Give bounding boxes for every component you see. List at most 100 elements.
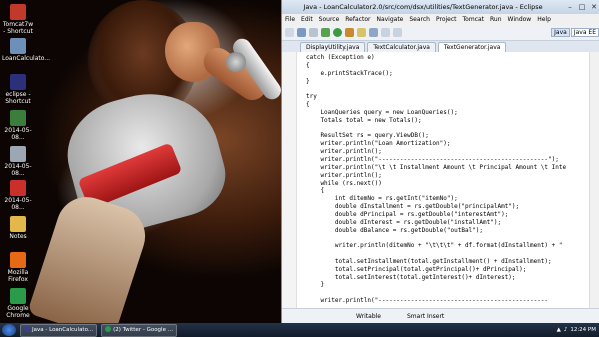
code-line: writer.println("------------------------… [306, 155, 559, 163]
volume-icon[interactable]: ♪ [564, 327, 568, 333]
code-line: writer.println(ditemNo + "\t\t\t" + df.f… [306, 242, 563, 250]
debug-icon[interactable] [321, 28, 330, 37]
code-line: writer.println("Loan Amortization"); [306, 140, 451, 148]
status-bar: Writable Smart Insert [282, 308, 599, 323]
menu-item-edit[interactable]: Edit [301, 16, 313, 23]
minimize-icon[interactable]: – [564, 3, 576, 11]
tomcat-icon [10, 4, 26, 20]
tab-displayutility[interactable]: DisplayUtility.java [300, 42, 366, 52]
tray-arrow-icon[interactable]: ▲ [557, 327, 561, 333]
run-icon[interactable] [333, 28, 342, 37]
menu-item-help[interactable]: Help [537, 16, 551, 23]
menu-item-refactor[interactable]: Refactor [345, 16, 370, 23]
window-title: Java - LoanCalculator2.0/src/com/dsx/uti… [303, 3, 543, 11]
forward-icon[interactable] [393, 28, 402, 37]
pdf-file-icon [10, 180, 26, 196]
menu-item-source[interactable]: Source [319, 16, 340, 23]
code-line: while (rs.next()) [306, 179, 382, 187]
code-line: } [306, 77, 310, 85]
close-icon[interactable]: ✕ [588, 3, 599, 11]
perspective-java-ee[interactable]: Java EE [570, 28, 599, 37]
code-line: Totals total = new Totals(); [306, 116, 422, 124]
eclipse-icon [10, 74, 26, 90]
editor-tabs: DisplayUtility.java TextCalculator.java … [282, 41, 599, 52]
back-icon[interactable] [381, 28, 390, 37]
taskbar-task-label: Java - LoanCalculato... [32, 326, 94, 333]
java-file-icon [10, 38, 26, 54]
desktop-shortcut[interactable]: Mozilla Firefox [2, 252, 34, 283]
code-line: { [306, 61, 310, 69]
desktop-shortcut[interactable]: LoanCalculato... [2, 38, 51, 62]
start-button[interactable] [2, 324, 16, 336]
doc-file-icon [10, 146, 26, 162]
code-line: writer.println("------------------------… [306, 297, 549, 305]
code-line: ResultSet rs = query.ViewDB(); [306, 132, 429, 140]
wallpaper-microphone-head [226, 52, 246, 72]
desktop-shortcut[interactable]: 2014-05-08... [2, 110, 34, 141]
eclipse-window: Java - LoanCalculator2.0/src/com/dsx/uti… [281, 0, 599, 323]
code-editor[interactable]: catch (Exception e){ e.printStackTrace()… [282, 52, 599, 309]
code-text[interactable]: catch (Exception e){ e.printStackTrace()… [306, 54, 588, 305]
tab-textcalculator[interactable]: TextCalculator.java [367, 42, 436, 52]
desktop-shortcut-label: 2014-05-08... [4, 197, 32, 211]
code-line: { [306, 187, 325, 195]
doc-file-icon [10, 110, 26, 126]
search-icon[interactable] [369, 28, 378, 37]
chrome-icon [105, 326, 112, 332]
desktop-shortcut[interactable]: eclipse - Shortcut [2, 74, 34, 105]
code-line: try [306, 93, 317, 101]
save-icon[interactable] [297, 28, 306, 37]
menu-item-file[interactable]: File [285, 16, 295, 23]
code-line: writer.println(); [306, 171, 382, 179]
taskbar: Java - LoanCalculato... (2) Twitter - Goo… [0, 323, 599, 337]
desktop-shortcut[interactable]: 2014-05-08... [2, 146, 34, 177]
code-line: double dBalance = rs.getDouble("outBal")… [306, 226, 484, 234]
external-tools-icon[interactable] [345, 28, 354, 37]
code-line: writer.println("\t \t Installment Amount… [306, 163, 567, 171]
new-icon[interactable] [285, 28, 294, 37]
toolbar: Java Java EE [282, 25, 599, 41]
code-line: } [306, 281, 325, 289]
taskbar-task[interactable]: (2) Twitter - Google ... [101, 323, 177, 337]
perspective-switcher: Java Java EE [551, 28, 599, 37]
folder-icon [10, 216, 26, 232]
menu-item-run[interactable]: Run [490, 16, 502, 23]
code-line: writer.println(); [306, 148, 382, 156]
desktop-shortcut[interactable]: 2014-05-08... [2, 180, 34, 211]
desktop-shortcut[interactable]: Tomcat7w - Shortcut [2, 4, 34, 35]
desktop-shortcut[interactable]: Google Chrome [2, 288, 34, 319]
menu-item-tomcat[interactable]: Tomcat [463, 16, 485, 23]
desktop-shortcut-label: LoanCalculato... [2, 55, 51, 62]
menu-item-search[interactable]: Search [409, 16, 430, 23]
code-line: double dPrincipal = rs.getDouble("intere… [306, 210, 509, 218]
desktop-shortcut[interactable]: Notes [2, 216, 34, 240]
taskbar-task-label: (2) Twitter - Google ... [113, 326, 173, 333]
tab-textgenerator[interactable]: TextGenerator.java [437, 42, 507, 52]
code-line: int ditemNo = rs.getInt("itemNo"); [306, 195, 458, 203]
code-line: total.setInterest(total.getInterest()+ d… [306, 273, 516, 281]
code-line: catch (Exception e) [306, 54, 375, 61]
desktop-shortcut-label: 2014-05-08... [4, 163, 32, 177]
code-line: total.setPrincipal(total.getPrincipal()+… [306, 265, 527, 273]
status-insert-mode: Smart Insert [407, 312, 445, 320]
desktop-shortcut-label: Google Chrome [6, 305, 30, 319]
print-icon[interactable] [309, 28, 318, 37]
desktop-shortcut-label: Mozilla Firefox [7, 269, 29, 283]
menu-item-project[interactable]: Project [436, 16, 457, 23]
perspective-java[interactable]: Java [551, 28, 570, 37]
clock[interactable]: 12:24 PM [570, 327, 596, 333]
menu-item-window[interactable]: Window [508, 16, 532, 23]
firefox-icon [10, 252, 26, 268]
overview-ruler[interactable] [589, 52, 599, 309]
maximize-icon[interactable]: □ [576, 3, 588, 11]
menu-item-navigate[interactable]: Navigate [376, 16, 403, 23]
code-line: LoanQueries query = new LoanQueries(); [306, 108, 458, 116]
taskbar-task[interactable]: Java - LoanCalculato... [20, 323, 98, 337]
code-line: double dInterest = rs.getDouble("install… [306, 218, 502, 226]
open-type-icon[interactable] [357, 28, 366, 37]
taskbar-tasks: Java - LoanCalculato... (2) Twitter - Goo… [16, 323, 177, 337]
